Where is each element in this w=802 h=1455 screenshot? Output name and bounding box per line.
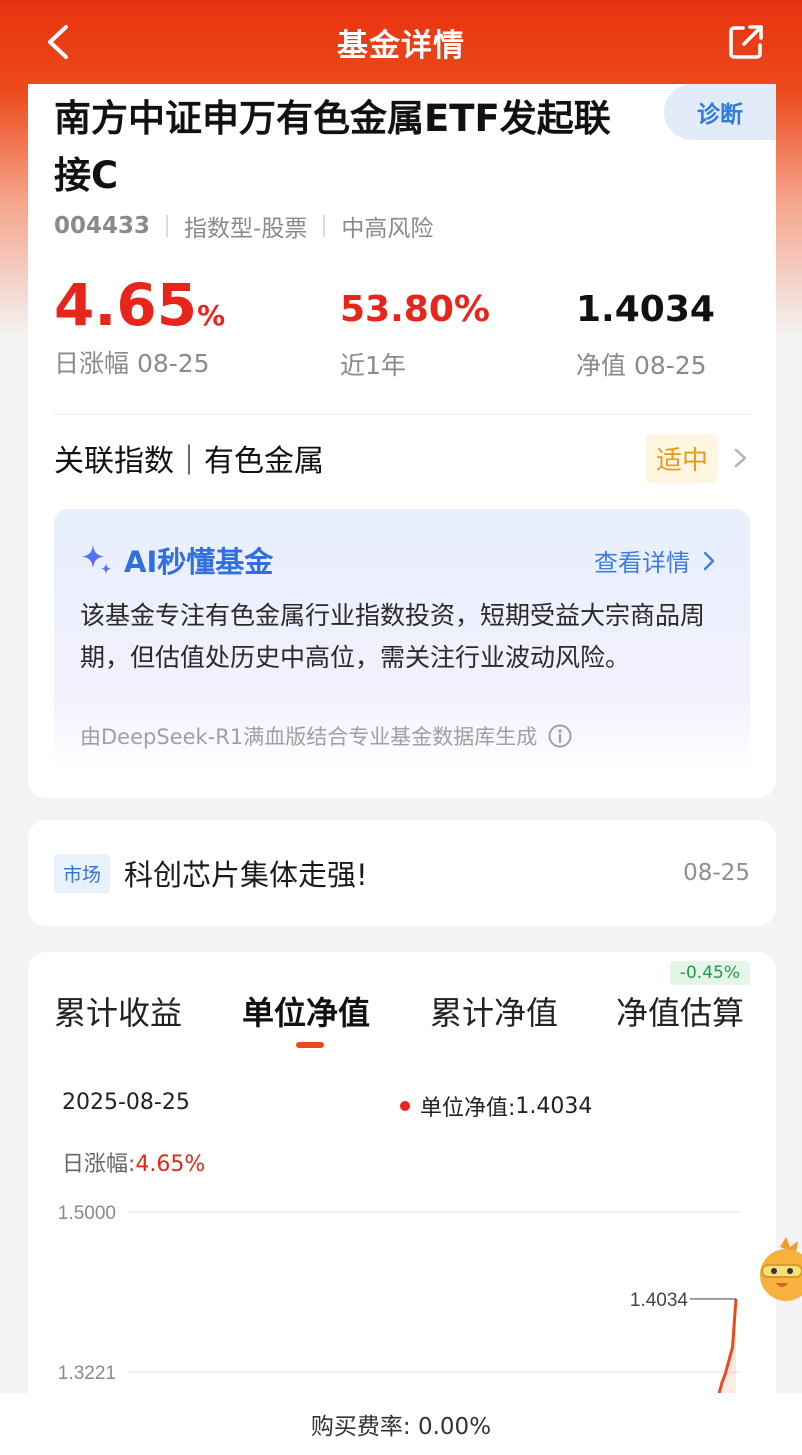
year-return-stat: 53.80% 近1年 [340, 292, 490, 382]
chart-card: 累计收益 单位净值 累计净值 净值估算 -0.45% 2025-08-25 单位… [28, 952, 776, 1412]
sparkle-icon [82, 545, 111, 574]
view-details-label: 查看详情 [594, 549, 690, 577]
ai-summary-title: AI秒懂基金 [124, 545, 274, 579]
active-tab-indicator [296, 1042, 324, 1048]
nav-stat: 1.4034 净值 08-25 [576, 292, 715, 382]
tooltip-change-value: 4.65% [135, 1152, 206, 1177]
chart-tabs: 累计收益 单位净值 累计净值 净值估算 [54, 988, 750, 1048]
chevron-right-icon [703, 551, 715, 570]
tooltip-change-label: 日涨幅: [62, 1152, 136, 1177]
info-icon[interactable] [547, 723, 573, 749]
fund-summary-card: 南方中证申万有色金属ETF发起联接C 诊断 004433 指数型-股票 中高风险… [28, 84, 776, 798]
related-index-row[interactable]: 关联指数｜有色金属 适中 [54, 430, 750, 486]
navbar: 基金详情 [0, 0, 802, 84]
meta-divider [323, 215, 326, 237]
estimate-change-badge: -0.45% [669, 961, 750, 985]
fund-name: 南方中证申万有色金属ETF发起联接C [54, 97, 611, 197]
daily-change-value: 4.65 [54, 271, 198, 339]
nav-line-chart[interactable]: 1.5000 1.3221 1.4034 [28, 1182, 776, 1412]
news-tag: 市场 [54, 853, 111, 893]
ai-summary-text: 该基金专注有色金属行业指数投资，短期受益大宗商品周期，但估值处历史中高位，需关注… [80, 601, 706, 672]
tab-cumulative-return[interactable]: 累计收益 [54, 988, 182, 1034]
news-card[interactable]: 市场 科创芯片集体走强! 08-25 [28, 820, 776, 926]
tab-nav-estimate[interactable]: 净值估算 [616, 988, 744, 1034]
tooltip-change: 日涨幅:4.65% [62, 1146, 205, 1178]
tooltip-nav: 单位净值: 1.4034 [400, 1090, 592, 1122]
last-value-label: 1.4034 [630, 1290, 689, 1311]
fund-type: 指数型-股票 [184, 216, 308, 242]
series-dot [400, 1101, 410, 1111]
ai-source-note: 由DeepSeek-R1满血版结合专业基金数据库生成 [80, 721, 573, 751]
ai-source-text: 由DeepSeek-R1满血版结合专业基金数据库生成 [80, 725, 538, 749]
year-return-value: 53.80% [340, 289, 490, 330]
tooltip-nav-label: 单位净值: [420, 1096, 516, 1121]
purchase-fee-text: 购买费率: 0.00% [310, 1414, 492, 1440]
back-arrow-icon[interactable] [40, 22, 80, 62]
mascot-icon[interactable] [750, 1235, 802, 1315]
daily-change-label: 日涨幅 08-25 [54, 349, 210, 378]
diagnose-button[interactable]: 诊断 [664, 84, 776, 140]
daily-change-stat: 4.65% 日涨幅 08-25 [54, 276, 225, 380]
news-title: 科创芯片集体走强! [124, 858, 368, 892]
ai-summary-box: AI秒懂基金 查看详情 该基金专注有色金属行业指数投资，短期受益大宗商品周期，但… [54, 509, 750, 773]
related-index-label: 关联指数｜有色金属 [54, 444, 324, 479]
chevron-right-icon [734, 448, 747, 468]
daily-change-unit: % [197, 299, 226, 332]
tooltip-date: 2025-08-25 [62, 1090, 190, 1115]
bottom-fee-bar: 购买费率: 0.00% [0, 1393, 802, 1455]
fund-code: 004433 [54, 213, 151, 239]
news-date: 08-25 [683, 860, 750, 886]
nav-label: 净值 08-25 [576, 351, 707, 380]
tooltip-nav-value: 1.4034 [515, 1093, 593, 1119]
tab-cumulative-nav[interactable]: 累计净值 [430, 988, 558, 1034]
nav-value: 1.4034 [576, 289, 715, 330]
year-return-label: 近1年 [340, 351, 406, 380]
valuation-tag: 适中 [645, 433, 718, 483]
fund-meta-row: 004433 指数型-股票 中高风险 [54, 210, 433, 242]
ai-summary-header: AI秒懂基金 [78, 539, 273, 581]
fund-risk-level: 中高风险 [341, 216, 434, 242]
share-icon[interactable] [726, 22, 766, 62]
meta-divider [166, 215, 169, 237]
page-title: 基金详情 [337, 27, 465, 64]
view-details-link[interactable]: 查看详情 [594, 543, 720, 578]
tab-unit-nav[interactable]: 单位净值 [242, 988, 370, 1034]
y-tick-label: 1.5000 [58, 1203, 116, 1224]
y-tick-label: 1.3221 [58, 1363, 116, 1384]
divider [54, 414, 750, 415]
